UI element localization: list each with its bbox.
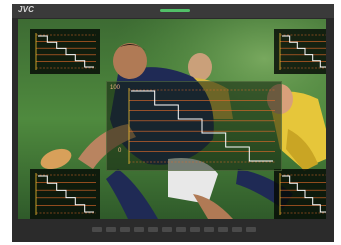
control-button[interactable] [106,227,116,232]
control-button[interactable] [246,227,256,232]
waveform-trace [282,175,326,213]
brand-logo: JVC [18,5,35,14]
control-button[interactable] [120,227,130,232]
control-button[interactable] [148,227,158,232]
control-button[interactable] [190,227,200,232]
control-button[interactable] [162,227,172,232]
control-button[interactable] [92,227,102,232]
waveform-monitor-center: 100 0 [106,81,282,171]
waveform-monitor-bottom-left [30,169,100,219]
waveform-monitor-bottom-right [274,169,326,219]
waveform-monitor-top-right [274,29,326,74]
waveform-trace [38,175,94,213]
waveform-graph [279,33,326,70]
control-button[interactable] [232,227,242,232]
monitor-control-panel [12,220,334,242]
waveform-graph [279,173,326,215]
waveform-graph [35,173,96,215]
waveform-trace [282,35,326,68]
control-button[interactable] [176,227,186,232]
power-indicator-icon [160,9,190,12]
waveform-graph-large [128,88,275,164]
scale-top-label: 100 [110,85,121,91]
broadcast-monitor: JVC 100 0 [12,4,334,242]
waveform-graph [35,33,96,70]
monitor-top-bezel: JVC [12,4,334,18]
control-button[interactable] [218,227,228,232]
waveform-trace [38,35,94,68]
scale-bottom-label: 0 [118,148,122,154]
control-button[interactable] [134,227,144,232]
waveform-trace [131,90,273,162]
monitor-screen: 100 0 [18,19,326,219]
waveform-monitor-top-left [30,29,100,74]
control-button[interactable] [204,227,214,232]
